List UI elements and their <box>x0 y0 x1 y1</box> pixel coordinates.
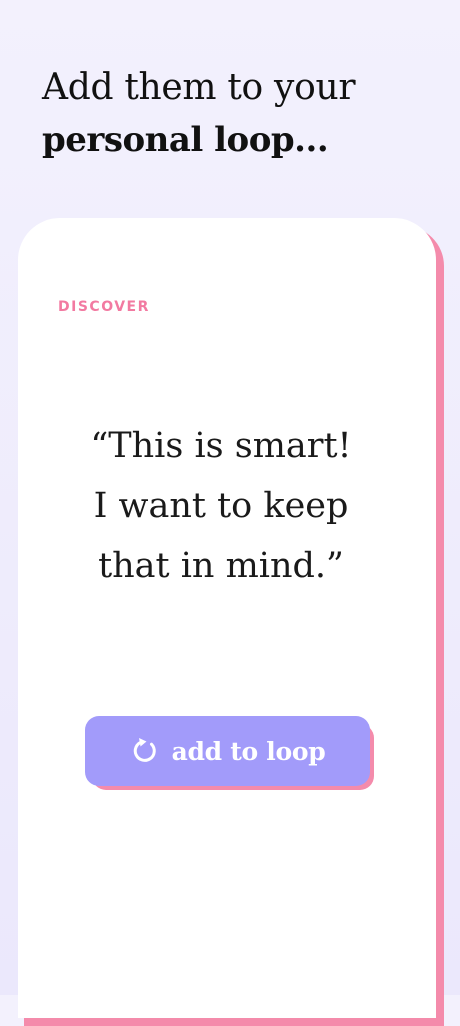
loop-icon <box>130 736 160 766</box>
card-category-label: DISCOVER <box>58 299 150 315</box>
add-to-loop-label: add to loop <box>171 736 326 766</box>
quote-line-2: I want to keep <box>93 486 349 526</box>
headline: Add them to your personal loop... <box>42 62 356 166</box>
quote-line-1: “This is smart! <box>90 426 352 466</box>
discover-card: DISCOVER “This is smart! I want to keep … <box>18 218 436 1018</box>
headline-line-1: Add them to your <box>42 67 356 108</box>
add-to-loop-button[interactable]: add to loop <box>85 716 370 786</box>
quote-text: “This is smart! I want to keep that in m… <box>18 416 424 596</box>
quote-line-3: that in mind.” <box>98 546 344 586</box>
headline-line-2: personal loop... <box>42 120 329 160</box>
